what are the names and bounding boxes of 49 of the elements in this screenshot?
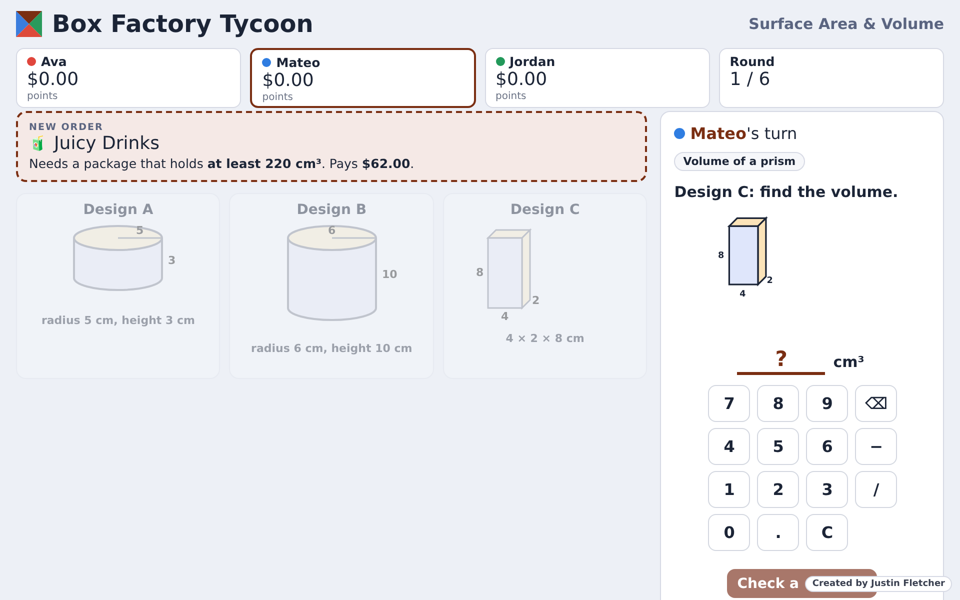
order-title: Juicy Drinks — [54, 133, 160, 154]
box-drawing: 8 2 4 — [454, 220, 634, 322]
player-name: Jordan — [510, 54, 556, 69]
credit-badge: Created by Justin Fletcher — [805, 576, 952, 592]
player-name: Mateo — [276, 55, 320, 70]
cylinder-drawing: 5 3 — [48, 220, 188, 304]
keypad-key[interactable]: − — [855, 428, 898, 466]
keypad-key[interactable]: 6 — [806, 428, 848, 466]
points-label: points — [496, 91, 528, 102]
answer-field[interactable]: ? — [737, 347, 826, 376]
order-description: Needs a package that holds at least 220 cm³. Pays $62.00. — [29, 156, 416, 171]
round-label: Round — [730, 54, 775, 69]
unit-label: cm³ — [833, 353, 864, 374]
design-title: Design A — [83, 202, 154, 218]
player-name: Ava — [41, 54, 67, 69]
question-text: Design C: find the volume. — [674, 183, 900, 201]
keypad-key[interactable]: 4 — [708, 428, 750, 466]
keypad-key[interactable]: 7 — [708, 385, 750, 422]
keypad-key[interactable]: 1 — [708, 471, 750, 508]
box-drawing: 8 2 4 — [674, 215, 794, 310]
keypad-key[interactable]: 3 — [806, 471, 848, 508]
design-title: Design C — [510, 202, 580, 218]
design-caption: 4 × 2 × 8 cm — [506, 332, 584, 345]
keypad-key[interactable]: 0 — [708, 514, 750, 552]
player-money: $0.00 — [27, 69, 80, 91]
keypad-key[interactable]: ⌫ — [855, 385, 898, 422]
keypad-key[interactable]: 9 — [806, 385, 848, 422]
turn-heading: Mateo's turn — [690, 124, 798, 143]
app-subtitle: Surface Area & Volume — [748, 15, 944, 33]
logo-icon — [16, 11, 42, 37]
keypad-key[interactable]: C — [806, 514, 848, 552]
player-money: $0.00 — [262, 70, 315, 92]
design-caption: radius 6 cm, height 10 cm — [251, 342, 412, 355]
design-title: Design B — [296, 202, 367, 218]
keypad-key[interactable]: 2 — [757, 471, 800, 508]
keypad-key[interactable]: / — [855, 471, 898, 508]
topic-badge: Volume of a prism — [674, 152, 805, 171]
keypad-key[interactable]: . — [757, 514, 800, 552]
keypad-key[interactable]: 5 — [757, 428, 800, 466]
player-money: $0.00 — [496, 69, 548, 91]
points-label: points — [262, 92, 294, 103]
order-tag: NEW ORDER — [29, 122, 634, 133]
juice-box-icon: 🧃 — [29, 135, 46, 152]
keypad-key[interactable]: 8 — [757, 385, 800, 422]
cylinder-drawing: 6 10 — [262, 220, 402, 332]
app-title: Box Factory Tycoon — [52, 10, 314, 38]
points-label: points — [27, 91, 59, 102]
design-caption: radius 5 cm, height 3 cm — [41, 314, 195, 327]
round-value: 1 / 6 — [730, 69, 772, 91]
